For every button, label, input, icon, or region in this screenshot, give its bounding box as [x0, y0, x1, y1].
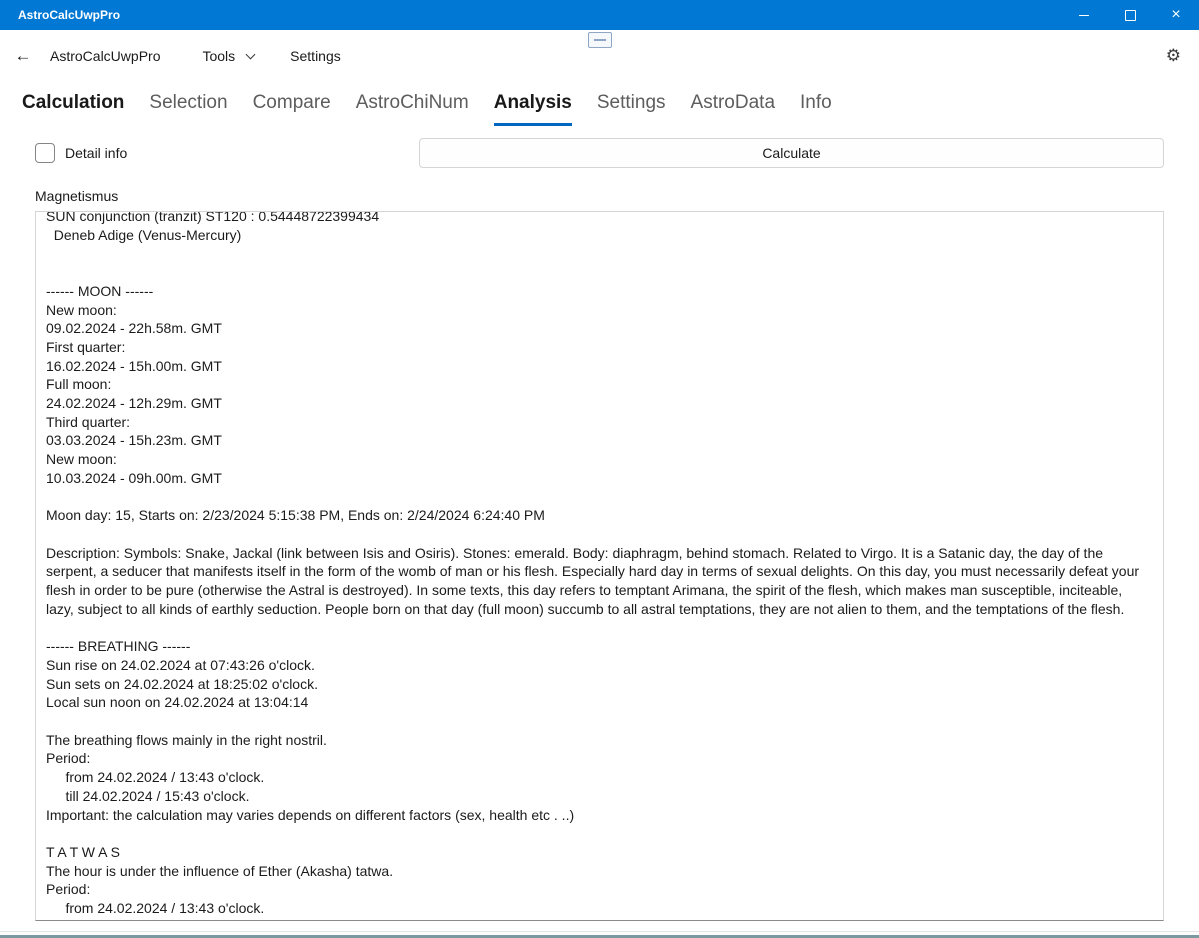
maximize-button[interactable] — [1107, 0, 1153, 30]
tab-analysis[interactable]: Analysis — [493, 92, 572, 126]
calculate-button[interactable]: Calculate — [419, 138, 1164, 168]
back-arrow-icon: ← — [14, 46, 32, 65]
tab-settings[interactable]: Settings — [597, 92, 666, 126]
app-name: AstroCalcUwpPro — [50, 48, 161, 64]
analysis-output-text: SUN conjunction (tranzit) ST120 : 0.5444… — [46, 211, 1140, 917]
back-button[interactable]: ← — [0, 38, 46, 74]
app-window: AstroCalcUwpPro × ← AstroCalcUwpPro Tool… — [0, 0, 1199, 938]
tab-astrodata[interactable]: AstroData — [691, 92, 775, 126]
settings-menu-button[interactable]: Settings — [290, 48, 341, 64]
tab-astrochinum[interactable]: AstroChiNum — [356, 92, 469, 126]
tab-calculation[interactable]: Calculation — [22, 92, 124, 126]
gear-icon: ⚙ — [1165, 46, 1181, 66]
minimize-icon — [1079, 14, 1089, 16]
bottom-scrollbar[interactable] — [0, 931, 1199, 938]
detail-info-checkbox[interactable] — [35, 143, 55, 163]
keyboard-line — [594, 39, 606, 41]
settings-label: Settings — [290, 48, 341, 64]
close-button[interactable]: × — [1153, 0, 1199, 30]
tab-compare[interactable]: Compare — [253, 92, 331, 126]
analysis-output-textbox[interactable]: SUN conjunction (tranzit) ST120 : 0.5444… — [35, 211, 1164, 921]
chevron-down-icon — [245, 49, 256, 60]
close-icon: × — [1171, 6, 1181, 23]
tab-bar: Calculation Selection Compare AstroChiNu… — [0, 82, 1199, 126]
tools-menu-button[interactable]: Tools — [202, 48, 256, 64]
detail-info-label: Detail info — [65, 145, 128, 161]
minimize-button[interactable] — [1061, 0, 1107, 30]
maximize-icon — [1124, 9, 1136, 21]
output-section-label: Magnetismus — [35, 188, 119, 204]
window-controls: × — [1061, 0, 1199, 30]
tools-label: Tools — [202, 48, 236, 64]
gear-button[interactable]: ⚙ — [1160, 45, 1187, 67]
tab-selection[interactable]: Selection — [149, 92, 227, 126]
touch-keyboard-icon[interactable] — [588, 32, 612, 48]
window-title: AstroCalcUwpPro — [18, 8, 121, 22]
controls-row: Detail info Calculate — [35, 138, 1164, 168]
navbar: ← AstroCalcUwpPro Tools Settings ⚙ — [0, 30, 1199, 82]
titlebar[interactable]: AstroCalcUwpPro × — [0, 0, 1199, 30]
detail-info-checkbox-group[interactable]: Detail info — [35, 143, 127, 163]
tab-info[interactable]: Info — [800, 92, 832, 126]
